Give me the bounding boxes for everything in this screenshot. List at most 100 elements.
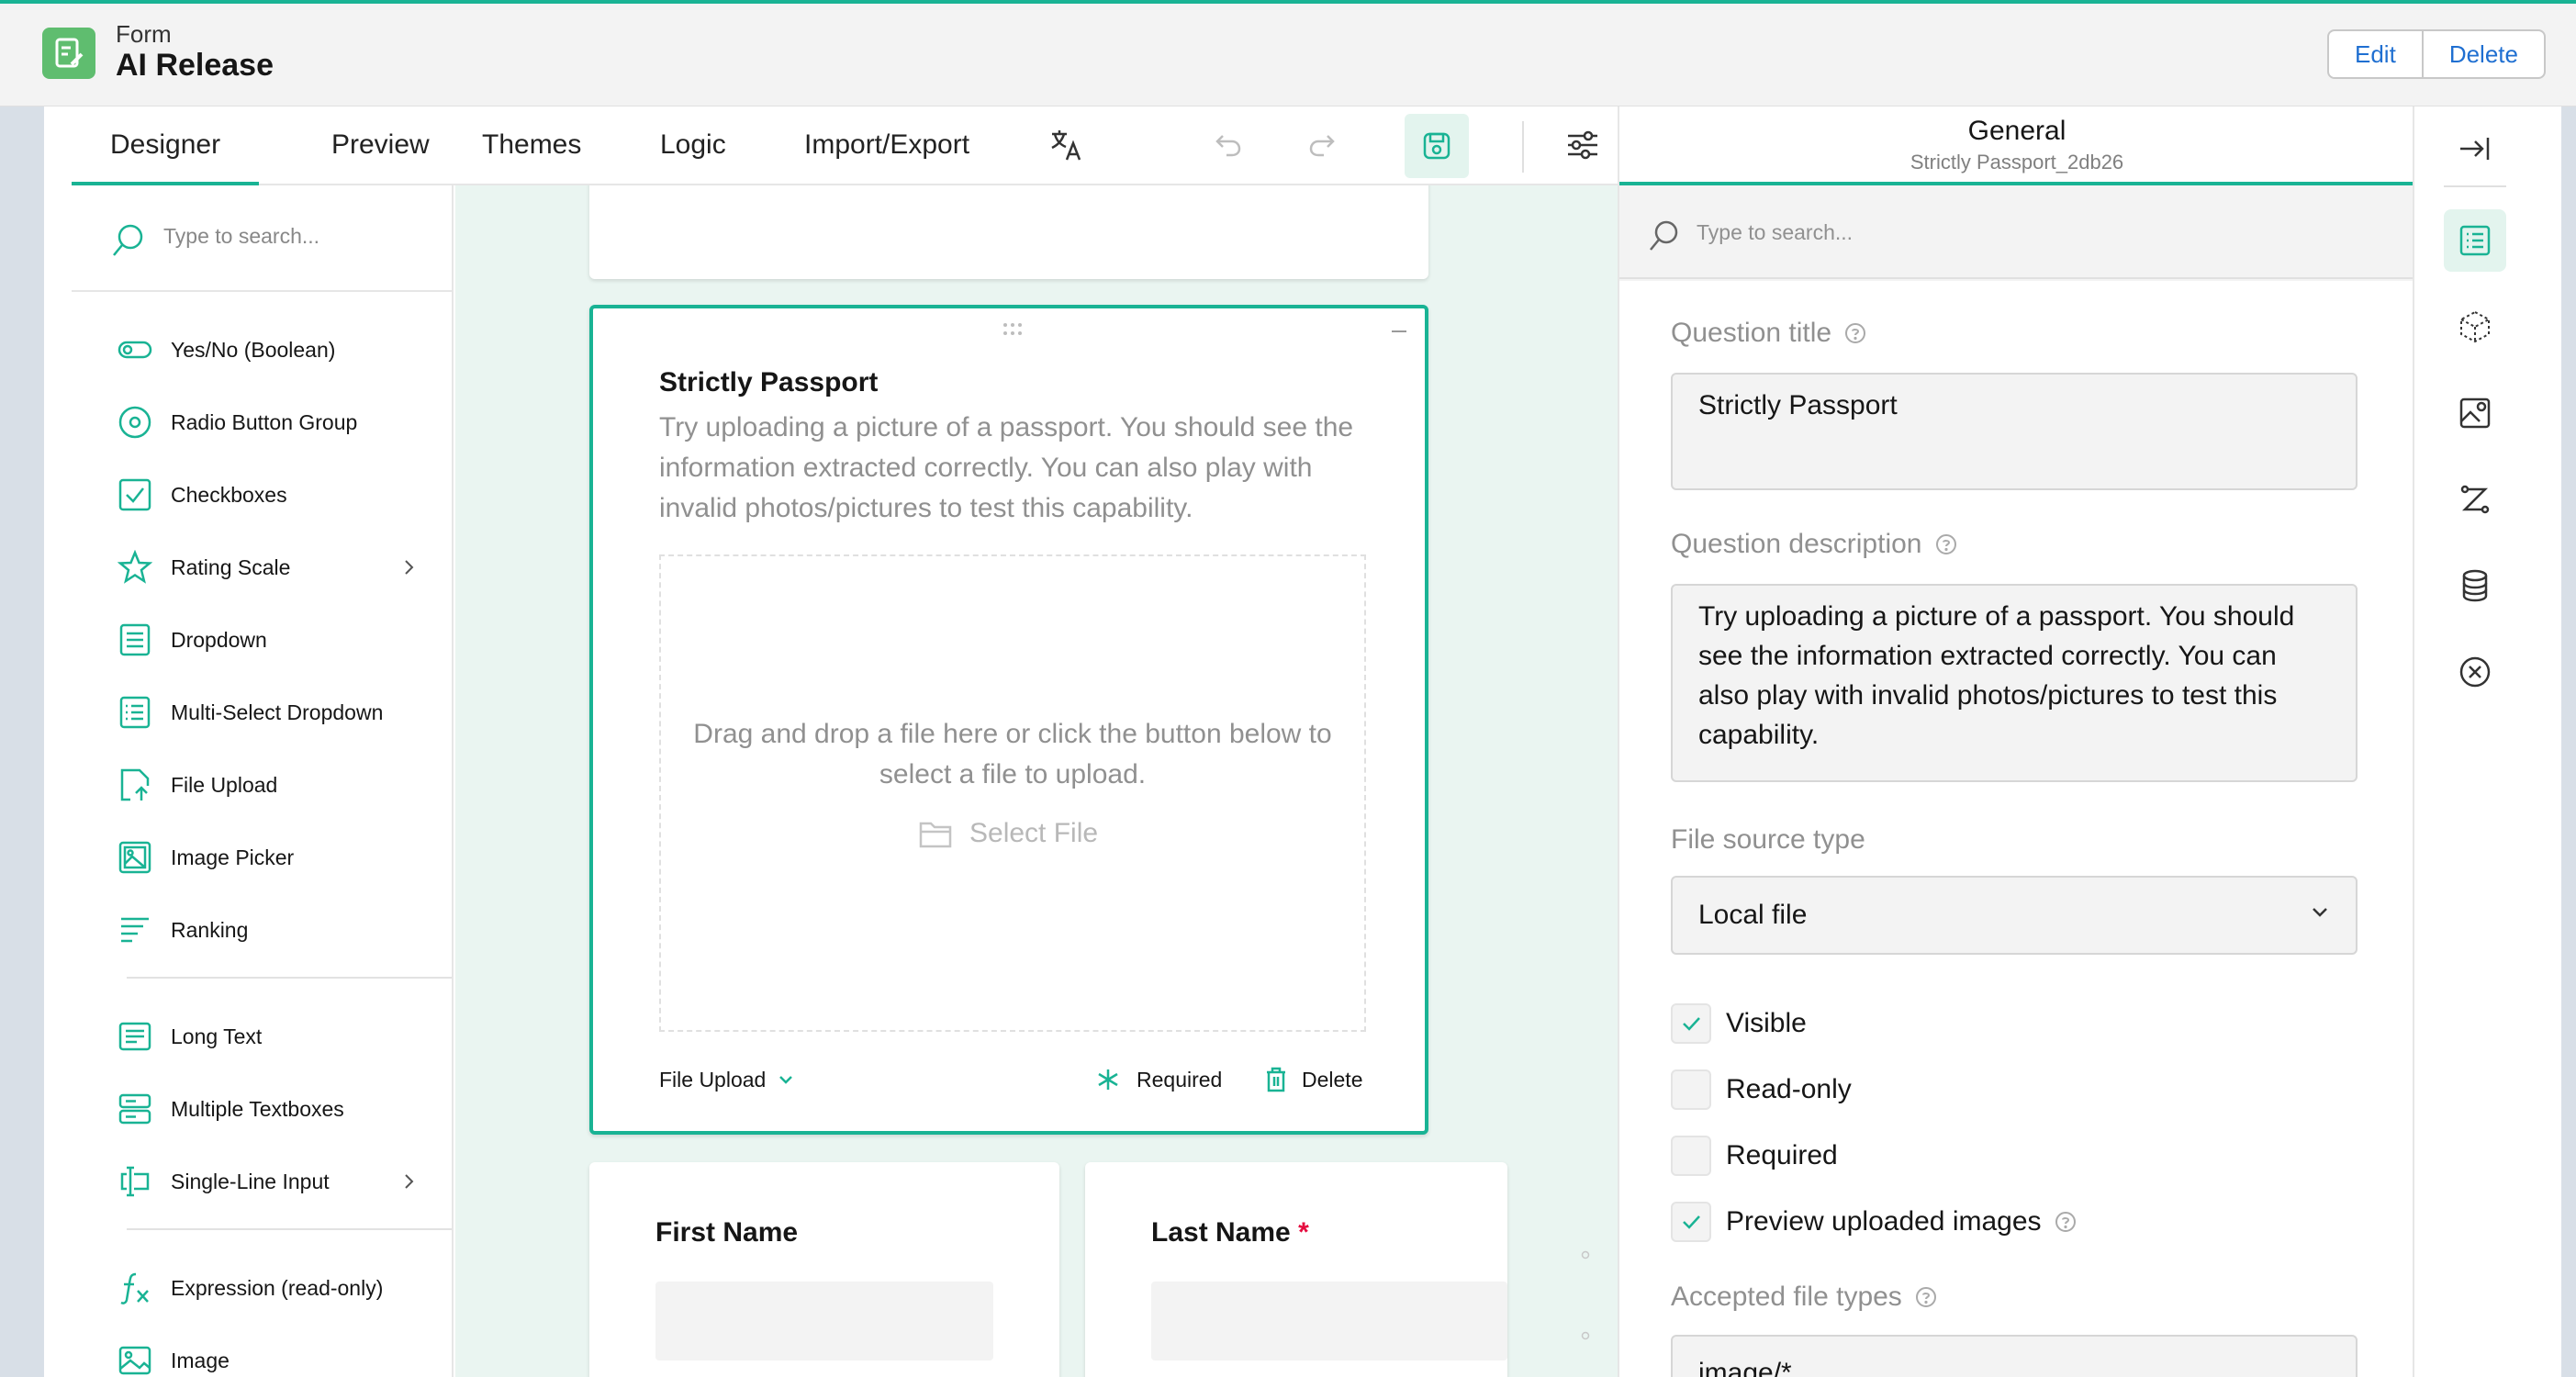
toolbox-item-single-line-input[interactable]: Single-Line Input [118, 1160, 430, 1203]
visible-checkbox[interactable]: Visible [1671, 1002, 1807, 1045]
question-type-label: File Upload [659, 1067, 767, 1092]
chevron-right-icon [405, 1174, 414, 1189]
toolbox-item-label: Multi-Select Dropdown [171, 700, 384, 724]
search-icon [113, 224, 143, 256]
help-icon[interactable] [1935, 533, 1957, 555]
help-icon[interactable] [1844, 322, 1866, 344]
toolbox-item-rating[interactable]: Rating Scale [118, 546, 430, 588]
tab-import-export[interactable]: Import/Export [804, 106, 969, 185]
question-description-label: Question description [1671, 529, 1957, 560]
app-title: AI Release [116, 48, 274, 83]
toolbox-item-label: Image [171, 1348, 230, 1372]
toolbox-item-image[interactable]: Image [118, 1339, 430, 1377]
toolbox-item-label: Single-Line Input [171, 1169, 330, 1193]
question-type-dropdown[interactable]: File Upload [659, 1061, 795, 1098]
logic-icon[interactable] [2444, 468, 2506, 531]
delete-button[interactable]: Delete [2421, 31, 2544, 77]
delete-question-button[interactable]: Delete [1265, 1061, 1362, 1098]
first-name-input[interactable] [655, 1282, 993, 1360]
dropzone-text: Drag and drop a file here or click the b… [693, 719, 1332, 789]
settings-sliders-icon[interactable] [1557, 119, 1608, 171]
edit-button[interactable]: Edit [2329, 31, 2422, 77]
toolbox-item-boolean[interactable]: Yes/No (Boolean) [118, 329, 430, 371]
image-settings-icon[interactable] [2444, 382, 2506, 444]
toolbox-item-radio[interactable]: Radio Button Group [118, 401, 430, 443]
previous-question-card[interactable] [589, 185, 1428, 279]
survey-creator: Designer Preview Themes Logic Import/Exp… [44, 106, 2561, 1377]
toolbox-item-multi-dropdown[interactable]: Multi-Select Dropdown [118, 691, 430, 733]
chevron-down-icon [2313, 908, 2327, 917]
required-label: Required [1137, 1067, 1223, 1092]
first-name-title[interactable]: First Name [655, 1217, 798, 1248]
required-checkbox[interactable]: Required [1671, 1135, 1838, 1177]
accepted-types-field[interactable]: image/* [1671, 1335, 2358, 1377]
accepted-types-label: Accepted file types [1671, 1282, 1937, 1313]
image-picker-icon [118, 840, 152, 875]
drag-handle-icon[interactable] [1001, 321, 1025, 338]
cube-icon[interactable] [2444, 296, 2506, 358]
file-dropzone[interactable]: Drag and drop a file here or click the b… [659, 554, 1366, 1032]
tab-designer[interactable]: Designer [72, 106, 260, 185]
last-name-title[interactable]: Last Name * [1151, 1217, 1309, 1248]
toolbox-item-long-text[interactable]: Long Text [118, 1015, 430, 1058]
toolbox-item-image-picker[interactable]: Image Picker [118, 836, 430, 879]
question-description-field[interactable]: Try uploading a picture of a passport. Y… [1671, 584, 2358, 782]
property-search[interactable]: Type to search... [1619, 189, 2414, 279]
database-icon[interactable] [2444, 554, 2506, 617]
toolbox-item-label: Multiple Textboxes [171, 1096, 344, 1121]
question-description[interactable]: Try uploading a picture of a passport. Y… [659, 408, 1357, 529]
delete-label: Delete [1302, 1067, 1363, 1092]
question-card-strictly-passport[interactable]: Strictly Passport Try uploading a pictur… [589, 305, 1428, 1135]
translate-icon[interactable] [1041, 119, 1092, 171]
select-file-button[interactable]: Select File [918, 818, 1098, 849]
question-title-label: Question title [1671, 318, 1866, 349]
chevron-right-icon [405, 560, 414, 575]
general-tab-icon[interactable] [2444, 209, 2506, 272]
tab-logic[interactable]: Logic [660, 106, 726, 185]
tab-preview[interactable]: Preview [331, 106, 430, 185]
read-only-checkbox[interactable]: Read-only [1671, 1069, 1852, 1111]
toolbox-item-label: Rating Scale [171, 554, 291, 579]
toolbox-item-dropdown[interactable]: Dropdown [118, 619, 430, 661]
select-file-label: Select File [969, 818, 1099, 848]
help-icon[interactable] [2055, 1211, 2077, 1233]
toolbox-item-file-upload[interactable]: File Upload [118, 764, 430, 806]
file-source-label: File source type [1671, 824, 1865, 855]
help-icon[interactable] [1915, 1286, 1937, 1308]
tab-themes[interactable]: Themes [482, 106, 581, 185]
background-left [0, 106, 44, 1377]
toolbox-item-ranking[interactable]: Ranking [118, 909, 430, 951]
zoom-icon[interactable] [1581, 1250, 1592, 1261]
question-card-first-name[interactable]: First Name [589, 1162, 1059, 1377]
question-title-field[interactable]: Strictly Passport [1671, 373, 2358, 490]
collapse-icon[interactable] [1390, 327, 1408, 336]
clear-icon[interactable] [2444, 641, 2506, 703]
toggle-icon [118, 332, 152, 367]
expression-icon [118, 1271, 152, 1305]
form-logo-icon [42, 28, 95, 79]
toolbox-divider [127, 977, 452, 979]
preview-images-checkbox[interactable]: Preview uploaded images [1671, 1201, 2077, 1243]
last-name-text: Last Name [1151, 1217, 1291, 1248]
redo-icon[interactable] [1296, 119, 1348, 171]
single-line-input-icon [118, 1164, 152, 1199]
toolbox-item-multiple-textboxes[interactable]: Multiple Textboxes [118, 1088, 430, 1130]
toolbox-search-placeholder: Type to search... [163, 224, 320, 248]
last-name-input[interactable] [1151, 1282, 1507, 1360]
zoom-icon[interactable] [1581, 1331, 1592, 1342]
checkbox [1671, 1202, 1711, 1242]
design-canvas: Strictly Passport Try uploading a pictur… [455, 185, 1662, 1377]
file-source-select[interactable]: Local file [1671, 876, 2358, 955]
toolbox-item-label: Yes/No (Boolean) [171, 337, 336, 362]
save-icon[interactable] [1405, 114, 1469, 178]
multi-dropdown-icon [118, 695, 152, 730]
toolbox-item-checkboxes[interactable]: Checkboxes [118, 474, 430, 516]
required-toggle[interactable]: Required [1096, 1061, 1222, 1098]
toolbox-item-expression[interactable]: Expression (read-only) [118, 1267, 430, 1309]
question-title[interactable]: Strictly Passport [659, 367, 878, 398]
toolbox-search[interactable]: Type to search... [72, 185, 452, 292]
question-card-last-name[interactable]: Last Name * [1085, 1162, 1507, 1377]
image-icon [118, 1343, 152, 1377]
collapse-panel-icon[interactable] [2444, 118, 2506, 180]
undo-icon[interactable] [1203, 119, 1254, 171]
